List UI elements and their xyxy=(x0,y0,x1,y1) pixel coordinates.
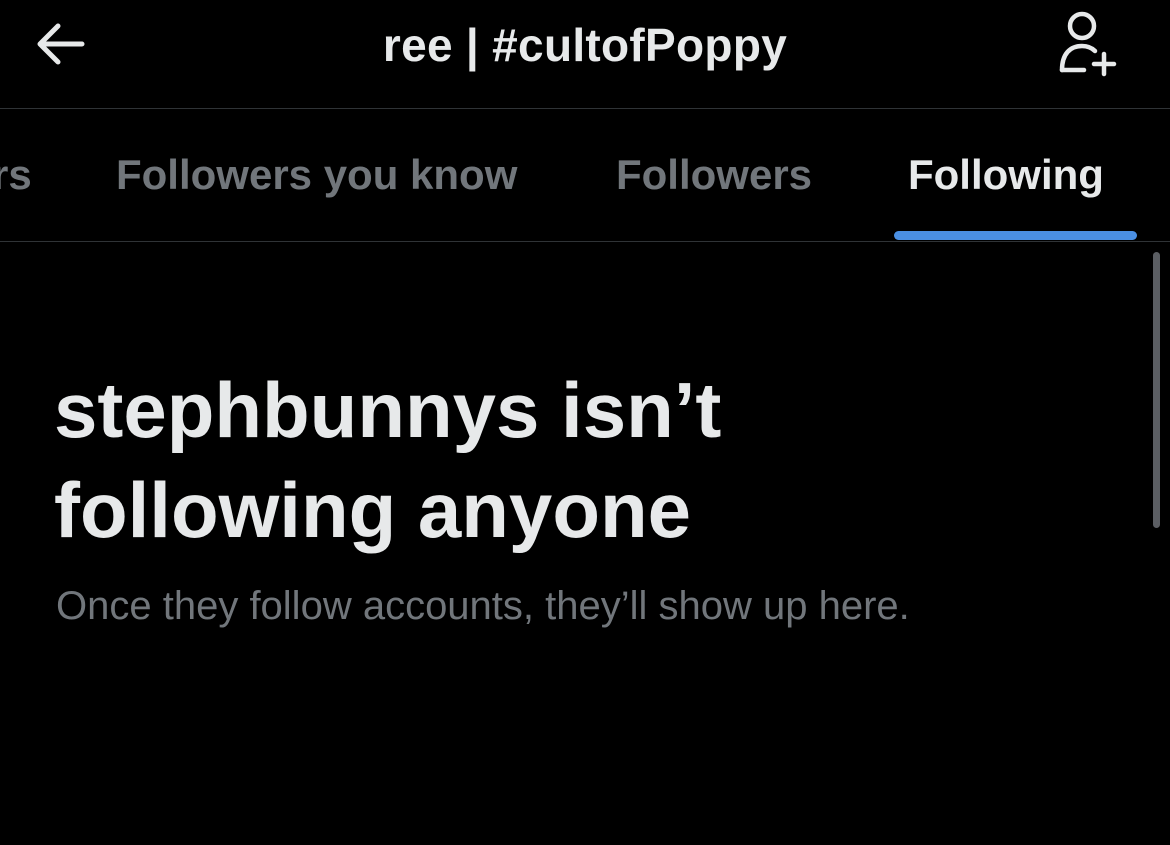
active-tab-indicator xyxy=(894,231,1137,240)
follow-button[interactable] xyxy=(1052,10,1124,78)
scrollbar[interactable] xyxy=(1153,252,1160,528)
empty-state-subtitle: Once they follow accounts, they’ll show … xyxy=(56,584,910,628)
page-title: ree | #cultofPoppy xyxy=(382,19,788,71)
empty-state-title-line1: stephbunnys isn’t xyxy=(54,366,722,454)
tab-bar: rs Followers you know Followers Followin… xyxy=(0,109,1170,242)
app-window: ree | #cultofPoppy rs Followers you know… xyxy=(0,0,1170,845)
empty-state-title-line2: following anyone xyxy=(54,466,691,554)
empty-state-title: stephbunnys isn’t following anyone xyxy=(54,360,1114,560)
person-add-icon xyxy=(1059,11,1117,77)
tab-followers[interactable]: Followers xyxy=(616,151,812,199)
tab-followers-you-know[interactable]: Followers you know xyxy=(116,151,517,199)
top-bar: ree | #cultofPoppy xyxy=(0,0,1170,109)
tab-following[interactable]: Following xyxy=(908,151,1104,199)
tab-partial[interactable]: rs xyxy=(0,151,32,199)
